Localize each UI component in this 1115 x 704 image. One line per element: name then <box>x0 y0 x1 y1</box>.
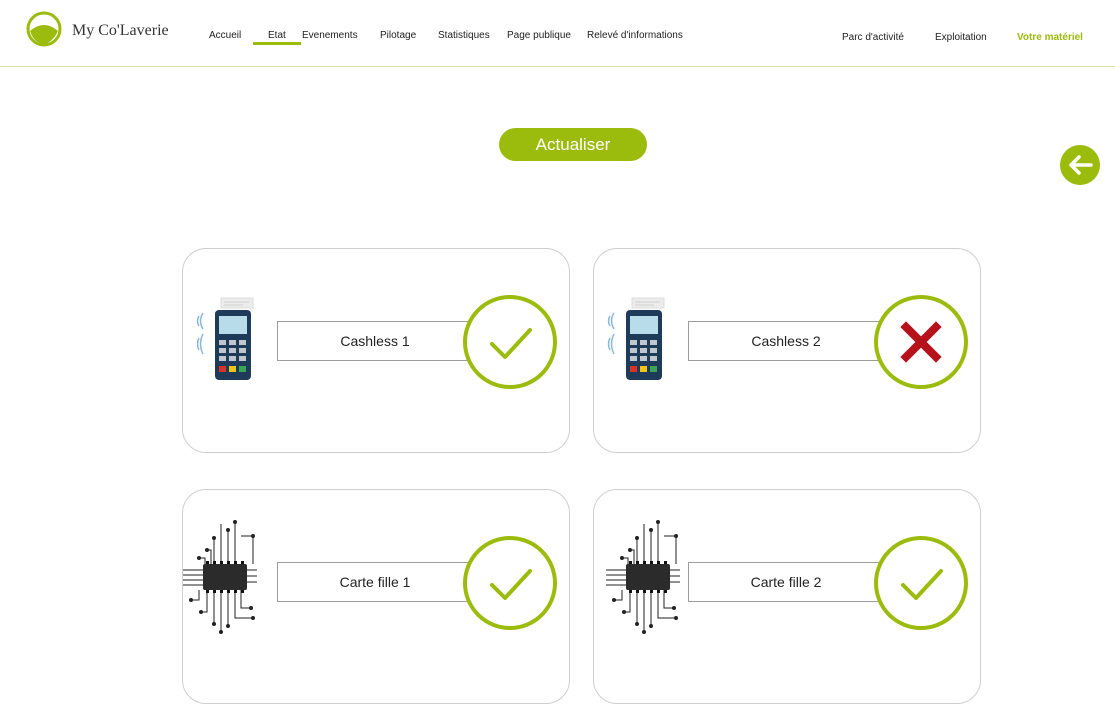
arrow-left-icon[interactable] <box>1060 145 1100 185</box>
device-card-cashless-2[interactable]: Cashless 2 <box>593 248 981 453</box>
top-navigation-bar: My Co'Laverie Accueil Etat Evenements Pi… <box>0 0 1115 67</box>
nav-parc-activite[interactable]: Parc d'activité <box>842 32 904 43</box>
device-name: Cashless 1 <box>277 321 473 361</box>
payment-terminal-icon <box>607 297 665 380</box>
active-tab-indicator <box>253 42 301 45</box>
nav-pilotage[interactable]: Pilotage <box>380 30 416 41</box>
logo-icon[interactable] <box>26 11 62 47</box>
device-name: Carte fille 1 <box>277 562 473 602</box>
nav-evenements[interactable]: Evenements <box>302 30 358 41</box>
device-card-carte-fille-2[interactable]: Carte fille 2 <box>593 489 981 704</box>
nav-exploitation[interactable]: Exploitation <box>935 32 987 43</box>
device-card-cashless-1[interactable]: Cashless 1 <box>182 248 570 453</box>
chip-icon <box>606 520 680 634</box>
error-x-icon <box>874 295 968 389</box>
nav-releve-informations[interactable]: Relevé d'informations <box>587 30 683 41</box>
device-name: Cashless 2 <box>688 321 884 361</box>
chip-icon <box>183 520 257 634</box>
nav-votre-materiel[interactable]: Votre matériel <box>1017 32 1083 43</box>
check-icon <box>463 295 557 389</box>
device-name: Carte fille 2 <box>688 562 884 602</box>
payment-terminal-icon <box>196 297 254 380</box>
refresh-button[interactable]: Actualiser <box>499 128 647 161</box>
nav-page-publique[interactable]: Page publique <box>507 30 571 41</box>
check-icon <box>463 536 557 630</box>
check-icon <box>874 536 968 630</box>
device-card-carte-fille-1[interactable]: Carte fille 1 <box>182 489 570 704</box>
nav-statistiques[interactable]: Statistiques <box>438 30 490 41</box>
nav-etat[interactable]: Etat <box>268 30 286 41</box>
nav-accueil[interactable]: Accueil <box>209 30 241 41</box>
brand-name[interactable]: My Co'Laverie <box>72 22 169 40</box>
